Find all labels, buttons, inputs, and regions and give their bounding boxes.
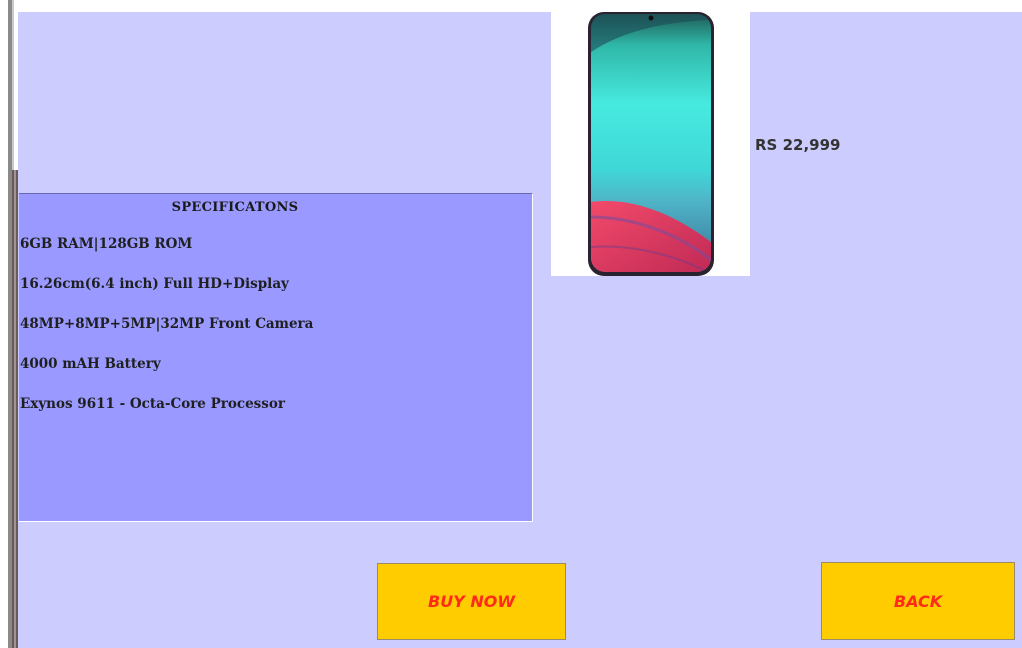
spec-line-memory: 6GB RAM|128GB ROM [20,236,193,252]
frame-edge-highlight [14,170,16,648]
buy-now-button[interactable]: BUY NOW [377,563,566,640]
app-window: SPECIFICATONS 6GB RAM|128GB ROM 16.26cm(… [0,0,1022,648]
back-button[interactable]: BACK [821,562,1015,640]
specifications-box: SPECIFICATONS 6GB RAM|128GB ROM 16.26cm(… [19,193,533,522]
smartphone-image-icon [588,12,714,276]
product-price: RS 22,999 [755,136,841,154]
spec-line-battery: 4000 mAH Battery [20,356,161,372]
spec-line-processor: Exynos 9611 - Octa-Core Processor [20,396,285,412]
spec-line-camera: 48MP+8MP+5MP|32MP Front Camera [20,316,314,332]
spec-line-display: 16.26cm(6.4 inch) Full HD+Display [20,276,289,292]
specifications-title: SPECIFICATONS [171,200,299,215]
product-image [551,12,750,276]
